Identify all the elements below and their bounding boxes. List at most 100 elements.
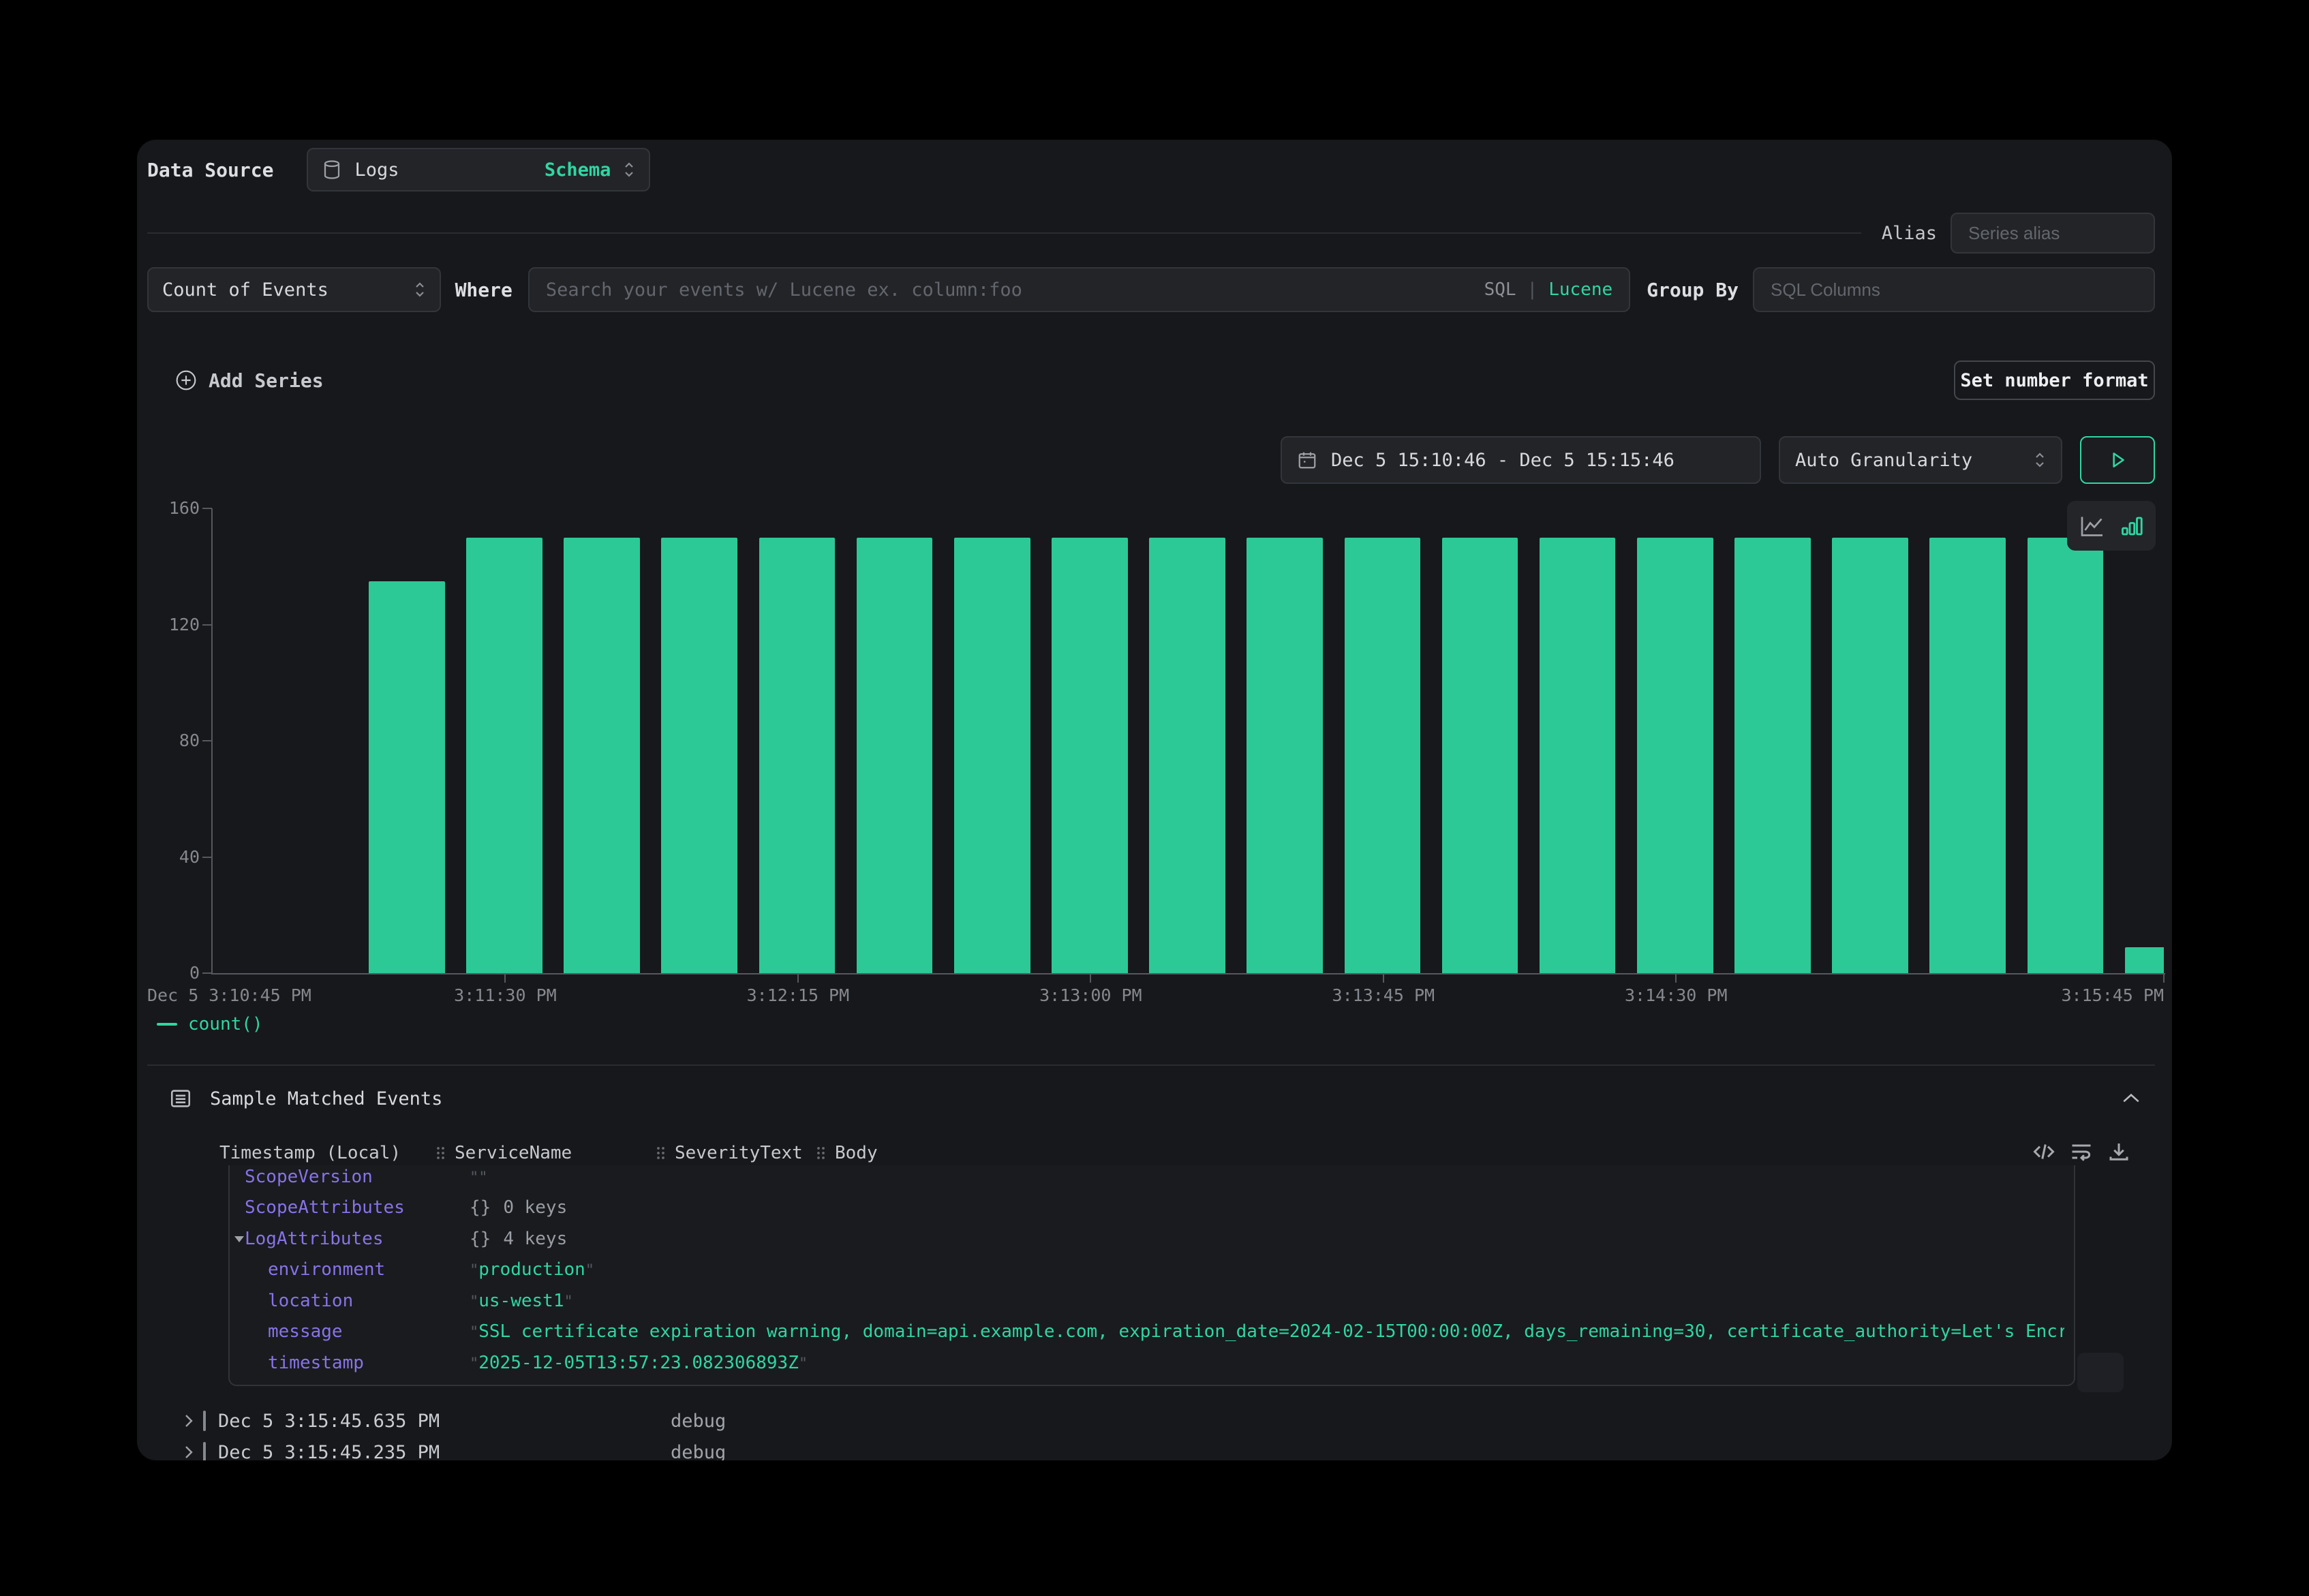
chart-bar: [1832, 538, 1908, 973]
y-tick-mark: [202, 972, 212, 974]
query-row: Count of Events Where SQL | Lucene Group…: [147, 267, 2155, 312]
database-icon: [322, 159, 342, 180]
chart-plot[interactable]: [213, 508, 2164, 973]
severity-indicator: [203, 1442, 206, 1460]
column-header-body[interactable]: Body: [816, 1143, 966, 1163]
scrollbar-thumb[interactable]: [2077, 1353, 2124, 1392]
attribute-row-timestamp[interactable]: timestamp "2025-12-05T13:57:23.082306893Z…: [230, 1347, 2074, 1379]
column-label: Timestamp (Local): [219, 1143, 401, 1163]
attribute-key: LogAttributes: [245, 1229, 384, 1249]
y-tick-mark: [202, 857, 212, 858]
severity-indicator: [203, 1411, 206, 1431]
chart-bar: [1442, 538, 1518, 973]
attribute-key: environment: [268, 1259, 385, 1280]
legend-swatch: [157, 1023, 177, 1026]
add-series-button[interactable]: Add Series: [175, 369, 324, 392]
alias-row: Alias: [147, 213, 2155, 254]
column-header-severitytext[interactable]: SeverityText: [656, 1143, 816, 1163]
attribute-row-environment[interactable]: environment "production": [230, 1255, 2074, 1286]
drag-handle-icon[interactable]: [656, 1146, 666, 1161]
attribute-value: "": [470, 1167, 2064, 1187]
chart-bar: [1149, 538, 1225, 973]
drag-handle-icon[interactable]: [435, 1146, 446, 1161]
attribute-key: timestamp: [268, 1353, 364, 1373]
run-query-button[interactable]: [2080, 436, 2155, 484]
caret-down-icon[interactable]: [234, 1235, 245, 1243]
chart-bar: [1734, 538, 1811, 973]
attribute-row-message[interactable]: message "SSL certificate expiration warni…: [230, 1317, 2074, 1348]
attribute-value: "us-west1": [470, 1291, 2064, 1311]
series-row: Add Series Set number format: [147, 360, 2155, 400]
section-title: Sample Matched Events: [210, 1088, 442, 1109]
attribute-value: {}0 keys: [470, 1197, 2064, 1218]
column-header-servicename[interactable]: ServiceName: [435, 1143, 656, 1163]
data-source-row: Data Source Logs Schema: [147, 148, 2155, 191]
legend-label[interactable]: count(): [188, 1014, 263, 1034]
granularity-select[interactable]: Auto Granularity: [1779, 436, 2062, 484]
attribute-value: "SSL certificate expiration warning, dom…: [470, 1321, 2064, 1342]
chevron-updown-icon: [623, 159, 635, 180]
chart-type-toggle: [2067, 501, 2156, 551]
search-input-wrap: SQL | Lucene: [528, 267, 1630, 312]
language-separator: |: [1527, 279, 1538, 300]
attribute-row-scopeattributes[interactable]: ScopeAttributes {}0 keys: [230, 1193, 2074, 1224]
attribute-row-logattributes[interactable]: LogAttributes{}4 keys: [230, 1223, 2074, 1255]
group-by-input[interactable]: [1753, 267, 2155, 312]
attribute-key: message: [268, 1321, 343, 1342]
x-tick-mark: [1675, 975, 1677, 983]
time-range-picker[interactable]: Dec 5 15:10:46 - Dec 5 15:15:46: [1281, 436, 1761, 484]
chart-bar: [1345, 538, 1421, 973]
data-source-label: Data Source: [147, 159, 273, 181]
code-icon[interactable]: [2030, 1138, 2058, 1165]
x-tick-mark: [504, 975, 506, 983]
chart-bar: [2125, 947, 2164, 973]
column-header-timestamp-local-[interactable]: Timestamp (Local): [219, 1143, 435, 1163]
attribute-row-location[interactable]: location"us-west1": [230, 1285, 2074, 1317]
wrap-text-icon[interactable]: [2068, 1138, 2095, 1165]
set-number-format-button[interactable]: Set number format: [1954, 360, 2155, 400]
chart-bar: [2028, 538, 2104, 973]
x-tick-label: Dec 5 3:10:45 PM: [147, 985, 311, 1005]
sql-toggle[interactable]: SQL: [1484, 279, 1516, 300]
line-chart-toggle[interactable]: [2079, 514, 2106, 538]
y-tick-label: 40: [137, 847, 200, 868]
list-icon: [169, 1087, 192, 1110]
attribute-value: "2025-12-05T13:57:23.082306893Z": [470, 1353, 2064, 1373]
table-actions: [2030, 1135, 2132, 1169]
chart: 04080120160Dec 5 3:10:45 PM3:11:30 PM3:1…: [137, 508, 2172, 1026]
attribute-key: ScopeVersion: [245, 1167, 373, 1187]
data-source-select[interactable]: Logs Schema: [307, 148, 650, 191]
lucene-toggle[interactable]: Lucene: [1548, 279, 1612, 300]
bar-chart-toggle[interactable]: [2120, 514, 2144, 538]
event-severity: debug: [671, 1442, 726, 1461]
aggregation-select[interactable]: Count of Events: [147, 267, 441, 312]
column-label: Body: [835, 1143, 878, 1163]
divider: [147, 1064, 2155, 1066]
y-tick-label: 120: [137, 615, 200, 635]
alias-input[interactable]: [1951, 213, 2155, 254]
x-tick-label: 3:13:00 PM: [1039, 985, 1142, 1005]
event-row[interactable]: Dec 5 3:15:45.635 PMdebug: [183, 1406, 2155, 1436]
attribute-key: ScopeAttributes: [245, 1197, 405, 1218]
chevron-right-icon[interactable]: [183, 1443, 195, 1460]
x-tick-label: 3:13:45 PM: [1332, 985, 1435, 1005]
download-icon[interactable]: [2105, 1138, 2132, 1165]
y-tick-label: 0: [137, 963, 200, 983]
where-label: Where: [455, 279, 513, 301]
attributes-panel: ScopeVersion "" ScopeAttributes {}0 keys Log…: [228, 1165, 2075, 1386]
chevron-right-icon[interactable]: [183, 1412, 195, 1430]
key-count: 4 keys: [503, 1229, 567, 1249]
drag-handle-icon[interactable]: [816, 1146, 826, 1161]
chart-bar: [369, 581, 445, 973]
chart-bar: [466, 538, 542, 973]
query-builder-card: Data Source Logs Schema Alias Count of E…: [137, 140, 2172, 1460]
chevron-up-icon[interactable]: [2121, 1092, 2141, 1105]
chart-bar: [1637, 538, 1713, 973]
chart-bar: [857, 538, 933, 973]
event-row[interactable]: Dec 5 3:15:45.235 PMdebug: [183, 1437, 2155, 1460]
search-input[interactable]: [546, 279, 1484, 301]
chevron-updown-icon: [414, 279, 426, 300]
aggregation-value: Count of Events: [162, 279, 328, 301]
attribute-value: "production": [470, 1259, 2064, 1280]
attribute-row-scopeversion[interactable]: ScopeVersion "": [230, 1165, 2074, 1193]
